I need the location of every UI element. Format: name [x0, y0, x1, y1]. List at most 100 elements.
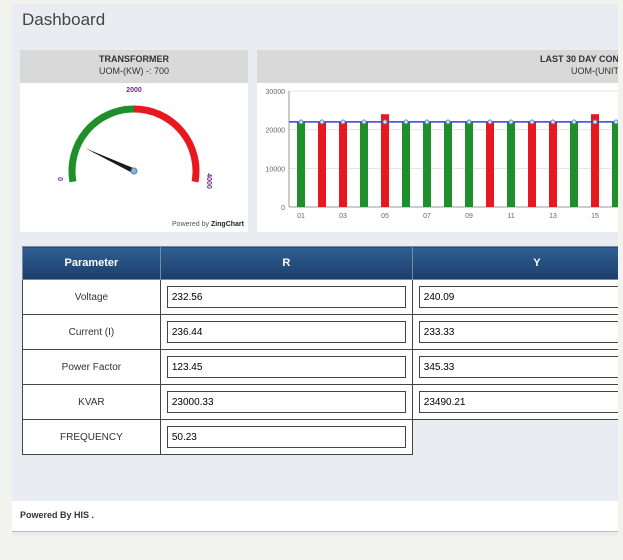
current-r-input[interactable]: [166, 321, 406, 343]
table-row: FREQUENCY: [22, 419, 619, 455]
reference-point: [340, 119, 346, 125]
chart-heading: LAST 30 DAY CON: [539, 54, 618, 64]
gauge-uom: UOM-(KW) -: 700: [98, 66, 169, 76]
bar: [549, 121, 557, 207]
dashboard-page: Dashboard TRANSFORMER UOM-(KW) -: 700 20…: [12, 4, 618, 536]
reference-point: [487, 119, 493, 125]
page-footer: Powered By HIS .: [12, 501, 618, 532]
table-header-row: Parameter R Y: [22, 246, 618, 280]
consumption-bar-chart: 0 10000 20000 30000 01 03 05 07 09 11 13 15: [266, 89, 618, 220]
reference-point: [424, 119, 430, 125]
bar: [444, 121, 452, 207]
cell-current-y: [411, 314, 618, 350]
reference-point: [382, 119, 388, 125]
reference-point: [571, 119, 577, 125]
table-row: KVAR: [22, 384, 618, 420]
chart-panel-header: LAST 30 DAY CON UOM-(UNIT: [257, 50, 618, 83]
reference-point: [613, 119, 618, 125]
x-tick-label: 01: [297, 213, 305, 220]
param-current: Current (I): [22, 314, 161, 350]
reference-point: [466, 119, 472, 125]
reference-point: [298, 119, 304, 125]
y-tick-label: 20000: [266, 128, 286, 135]
bar: [570, 121, 578, 207]
param-frequency: FREQUENCY: [22, 419, 161, 455]
cell-voltage-y: [411, 279, 618, 315]
transformer-gauge-panel: TRANSFORMER UOM-(KW) -: 700 2000 0 4000 …: [20, 50, 248, 232]
kvar-y-input[interactable]: [418, 391, 618, 413]
gauge-needle: [85, 148, 136, 174]
bar: [297, 121, 305, 207]
reference-point: [550, 119, 556, 125]
bar: [612, 121, 618, 207]
footer-text: Powered By HIS .: [20, 510, 95, 520]
table-row: Power Factor: [22, 349, 618, 385]
x-tick-label: 09: [465, 213, 473, 220]
reference-point: [445, 119, 451, 125]
cell-frequency-r: [159, 419, 413, 455]
param-kvar: KVAR: [22, 384, 161, 420]
bar: [318, 121, 326, 207]
param-voltage: Voltage: [22, 279, 161, 315]
x-tick-label: 15: [591, 213, 599, 220]
x-tick-label: 11: [507, 213, 514, 220]
y-tick-label: 0: [281, 205, 285, 212]
consumption-chart-panel: LAST 30 DAY CON UOM-(UNIT 0 10000 20000 300…: [257, 50, 618, 232]
x-tick-label: 13: [549, 213, 557, 220]
reference-point: [529, 119, 535, 125]
x-tick-label: 07: [423, 213, 431, 220]
header-r: R: [159, 246, 413, 280]
bar: [339, 121, 347, 207]
gauge-green-band: [68, 105, 135, 183]
cell-frequency-y-empty: [412, 420, 618, 455]
power-factor-y-input[interactable]: [418, 356, 618, 378]
gauge-panel-header: TRANSFORMER UOM-(KW) -: 700: [20, 50, 248, 83]
voltage-r-input[interactable]: [166, 286, 406, 308]
cell-power-factor-y: [411, 349, 618, 385]
gauge-red-band: [133, 105, 200, 183]
bar: [381, 114, 389, 207]
gauge-mid-label: 2000: [126, 87, 142, 94]
parameter-table: Parameter R Y Voltage Current (I) Power …: [22, 246, 618, 455]
table-row: Current (I): [22, 314, 618, 350]
bar: [528, 121, 536, 207]
voltage-y-input[interactable]: [418, 286, 618, 308]
reference-point: [403, 119, 409, 125]
power-factor-r-input[interactable]: [166, 356, 406, 378]
gauge-min-label: 0: [58, 177, 65, 181]
x-tick-label: 03: [339, 213, 347, 220]
bar: [402, 121, 410, 207]
kvar-r-input[interactable]: [166, 391, 406, 413]
powered-by-zingchart[interactable]: Powered by ZingChart: [172, 221, 244, 228]
table-row: Voltage: [22, 279, 618, 315]
current-y-input[interactable]: [418, 321, 618, 343]
bar: [360, 121, 368, 207]
reference-point: [592, 119, 598, 125]
header-parameter: Parameter: [22, 246, 161, 280]
reference-point: [508, 119, 514, 125]
y-tick-label: 30000: [266, 89, 286, 96]
cell-current-r: [159, 314, 413, 350]
x-tick-label: 05: [381, 213, 389, 220]
header-y: Y: [411, 246, 618, 280]
bar: [486, 121, 494, 207]
bar: [507, 121, 515, 207]
param-power-factor: Power Factor: [22, 349, 161, 385]
gauge-hub: [130, 167, 138, 175]
gauge-max-label: 4000: [205, 173, 212, 189]
zingchart-brand: ZingChart: [210, 221, 244, 228]
gauge-chart: 2000 0 4000: [58, 87, 212, 189]
cell-kvar-y: [411, 384, 618, 420]
cell-voltage-r: [159, 279, 413, 315]
cell-kvar-r: [159, 384, 413, 420]
y-tick-label: 10000: [266, 166, 286, 173]
reference-point: [361, 119, 367, 125]
bar: [423, 121, 431, 207]
frequency-r-input[interactable]: [166, 426, 406, 448]
cell-power-factor-r: [159, 349, 413, 385]
reference-point: [319, 119, 325, 125]
gauge-heading: TRANSFORMER: [99, 54, 169, 64]
powered-prefix: Powered by: [172, 221, 211, 228]
page-title: Dashboard: [22, 10, 106, 29]
chart-uom: UOM-(UNIT: [571, 66, 618, 76]
